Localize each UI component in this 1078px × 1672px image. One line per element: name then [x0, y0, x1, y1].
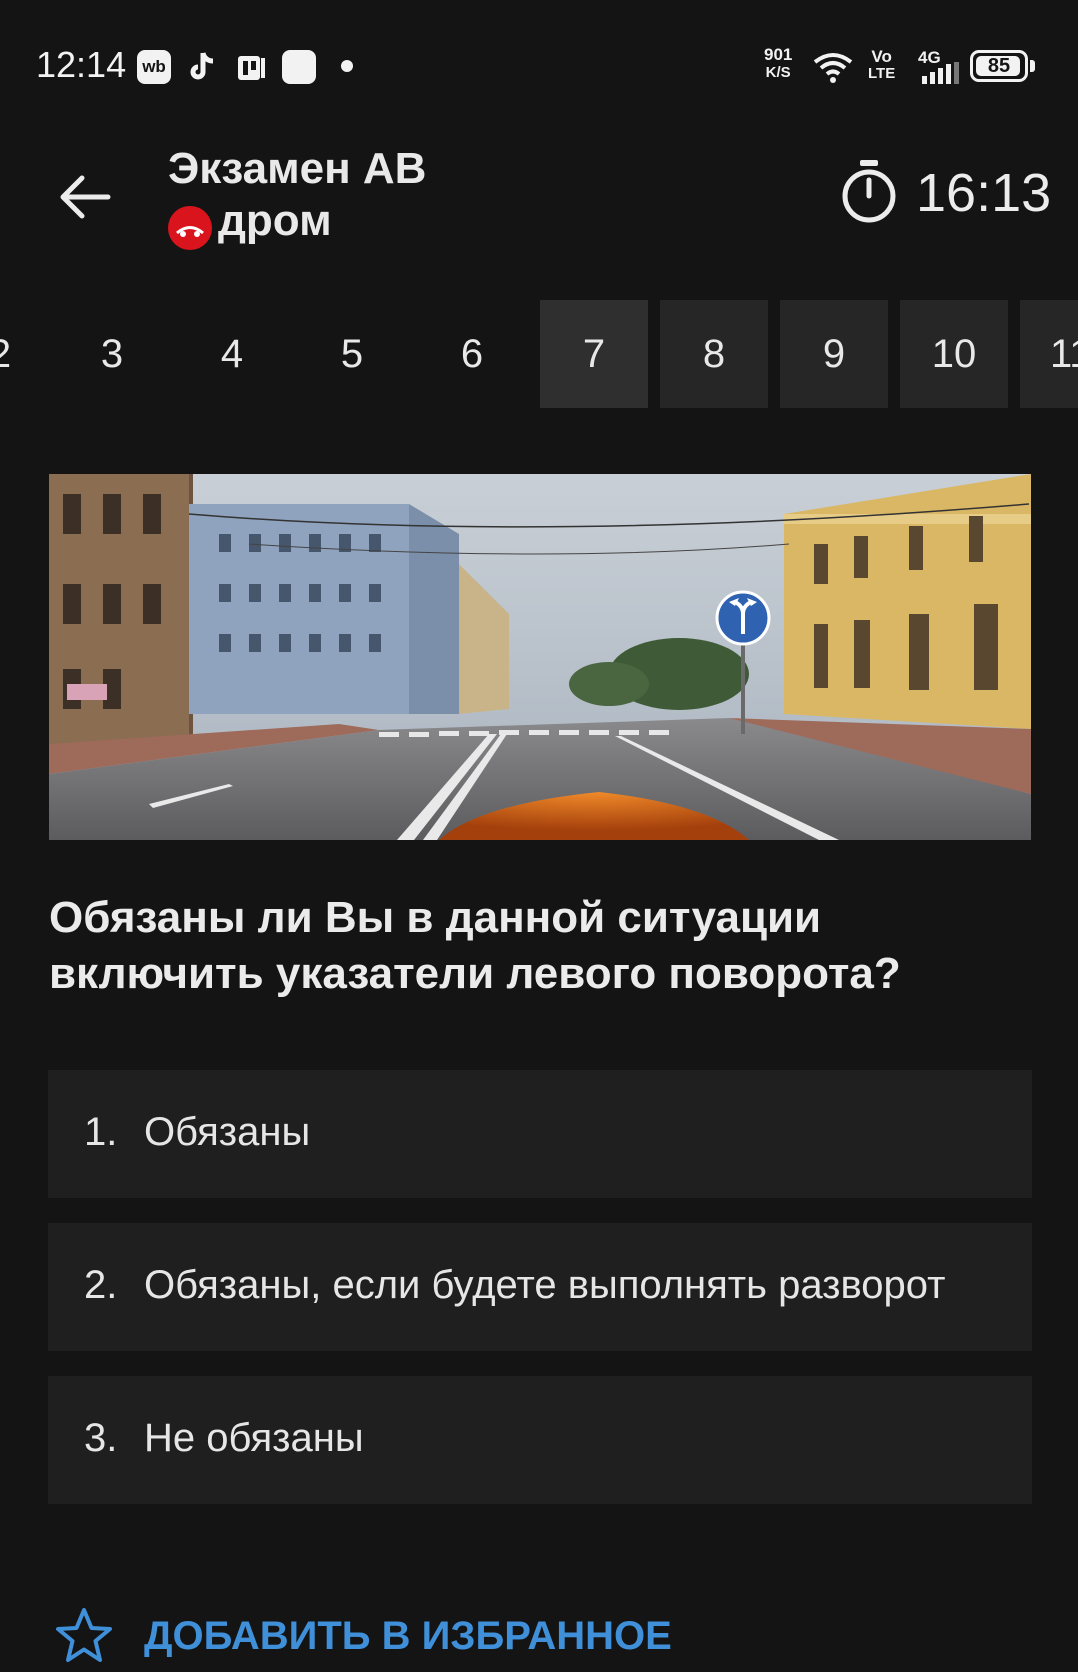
volte-top: Vo	[871, 47, 892, 66]
add-to-favorites-button[interactable]: ДОБАВИТЬ В ИЗБРАННОЕ	[54, 1600, 754, 1670]
timer-value: 16:13	[916, 163, 1052, 223]
status-time: 12:14	[36, 44, 127, 85]
question-tab-5[interactable]: 5	[298, 300, 406, 408]
star-icon	[54, 1606, 114, 1666]
net-speed-value: 901	[764, 45, 793, 64]
answer-option-1[interactable]: 1. Обязаны	[48, 1070, 1032, 1198]
question-tab-3[interactable]: 3	[58, 300, 166, 408]
answer-number: 1.	[84, 1110, 118, 1154]
wb-app-icon: wb	[137, 50, 171, 84]
question-tab-10[interactable]: 10	[900, 300, 1008, 408]
arrow-left-icon	[60, 175, 111, 219]
page-title: Экзамен АВ	[168, 144, 427, 193]
question-tab-2[interactable]: 2	[0, 300, 54, 408]
question-tab-6[interactable]: 6	[418, 300, 526, 408]
question-text: Обязаны ли Вы в данной ситуации включить…	[49, 890, 1029, 1002]
answer-text: Не обязаны	[144, 1416, 364, 1460]
answer-number: 2.	[84, 1263, 118, 1307]
status-bar: 12:14 wb 901 K/S Vo LTE 4G 85	[0, 0, 1078, 140]
battery-level: 85	[987, 55, 1011, 77]
question-tab-9[interactable]: 9	[780, 300, 888, 408]
active-tab-pointer	[575, 390, 611, 406]
question-tab-11[interactable]: 11	[1020, 300, 1078, 408]
wifi-icon	[812, 50, 854, 89]
question-nav: 2 3 4 5 6 7 8 9 10 11	[0, 300, 1078, 412]
net-speed: 901 K/S	[764, 46, 792, 82]
square-app-icon	[282, 50, 316, 84]
drom-logo-icon	[168, 206, 212, 250]
question-line-2: включить указатели левого поворота?	[49, 949, 901, 998]
answer-text: Обязаны, если будете выполнять разворот	[144, 1263, 946, 1307]
tiktok-icon	[185, 50, 219, 84]
battery-icon: 85	[970, 50, 1028, 82]
question-tab-4[interactable]: 4	[178, 300, 286, 408]
net-speed-unit: K/S	[765, 64, 791, 81]
volte-bottom: LTE	[868, 65, 896, 82]
question-tab-8[interactable]: 8	[660, 300, 768, 408]
brand-name: дром	[218, 196, 332, 245]
answer-text: Обязаны	[144, 1110, 311, 1154]
app-header: Экзамен АВ дром 16:13	[0, 140, 1078, 270]
volte-indicator: Vo LTE	[868, 48, 895, 82]
answer-number: 3.	[84, 1416, 118, 1460]
stopwatch-icon	[838, 156, 900, 226]
question-image	[49, 474, 1031, 840]
notification-dot-icon	[341, 60, 353, 72]
battery-tip	[1030, 60, 1035, 72]
add-to-favorites-label: ДОБАВИТЬ В ИЗБРАННОЕ	[144, 1614, 672, 1658]
answer-option-3[interactable]: 3. Не обязаны	[48, 1376, 1032, 1504]
pdf-icon	[234, 50, 268, 84]
back-button[interactable]	[52, 162, 122, 232]
signal-icon	[922, 62, 962, 89]
question-line-1: Обязаны ли Вы в данной ситуации	[49, 893, 822, 942]
answer-option-2[interactable]: 2. Обязаны, если будете выполнять развор…	[48, 1223, 1032, 1351]
